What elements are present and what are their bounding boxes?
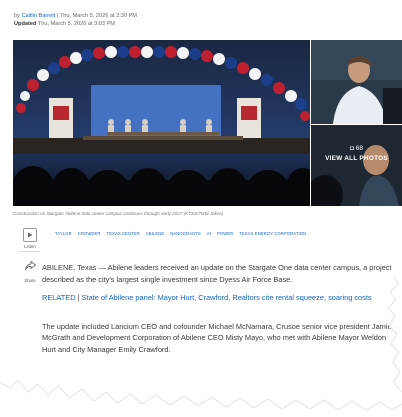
byline-updated-line: Updated Thu, March 5, 2026 at 3:03 PM — [14, 21, 137, 27]
audience-photo — [311, 125, 402, 206]
topic-tag[interactable]: TAYLOR — [55, 231, 72, 236]
published-date: | Thu, March 5, 2026 at 2:30 PM — [56, 13, 137, 19]
play-icon — [23, 228, 37, 242]
photo-count-overlay: ◘ 68 — [311, 145, 402, 152]
listen-label: Listen — [24, 244, 36, 249]
byline: by Caitlin Barrett | Thu, March 5, 2026 … — [14, 13, 137, 27]
article-body: ABILENE, Texas — Abilene leaders receive… — [42, 262, 396, 356]
share-icon — [24, 260, 36, 271]
topic-tag[interactable]: NANOGRANTS — [170, 231, 201, 236]
panel-stage-photo — [13, 40, 310, 206]
topic-tags: TAYLOR CROWDER TEXAS CENTER ABILENE NANO… — [55, 231, 306, 236]
gallery-thumbnail-1[interactable] — [311, 40, 402, 124]
topic-tag[interactable]: TEXAS CENTER — [107, 231, 140, 236]
related-article-link[interactable]: State of Abilene panel: Mayor Hurt, Craw… — [82, 293, 372, 302]
camera-icon: ◘ — [350, 145, 354, 152]
listen-button[interactable]: Listen — [16, 228, 44, 249]
related-label: RELATED — [42, 293, 76, 303]
speaker-photo — [311, 40, 402, 124]
share-label: Share — [24, 278, 36, 283]
author-link[interactable]: Caitlin Barrett — [21, 13, 55, 19]
lead-paragraph: ABILENE, Texas — Abilene leaders receive… — [42, 263, 392, 284]
updated-label: Updated — [14, 21, 37, 27]
main-photo[interactable] — [13, 40, 310, 206]
body-paragraph: The update included Lancium CEO and cofo… — [42, 321, 392, 354]
updated-date: Thu, March 5, 2026 at 3:03 PM — [37, 21, 115, 27]
view-all-photos-button[interactable]: VIEW ALL PHOTOS — [311, 155, 402, 162]
topic-tag[interactable]: CROWDER — [78, 231, 101, 236]
gallery-thumbnail-2[interactable]: ◘ 68 VIEW ALL PHOTOS — [311, 125, 402, 206]
photo-caption: Construction on Stargate Abilene data ce… — [13, 211, 224, 216]
byline-published-line: by Caitlin Barrett | Thu, March 5, 2026 … — [14, 13, 137, 19]
topic-tag[interactable]: AI — [207, 231, 211, 236]
topic-tag[interactable]: TEXAS ENERGY CORPORATION — [239, 231, 306, 236]
actions-divider — [18, 251, 40, 252]
topic-tag[interactable]: ABILENE — [146, 231, 164, 236]
topic-tag[interactable]: POWER — [217, 231, 233, 236]
share-button[interactable]: Share — [16, 258, 44, 283]
photo-count: 68 — [355, 145, 363, 152]
byline-prefix: by — [14, 13, 20, 19]
related-link-line: RELATED | State of Abilene panel: Mayor … — [42, 292, 396, 304]
